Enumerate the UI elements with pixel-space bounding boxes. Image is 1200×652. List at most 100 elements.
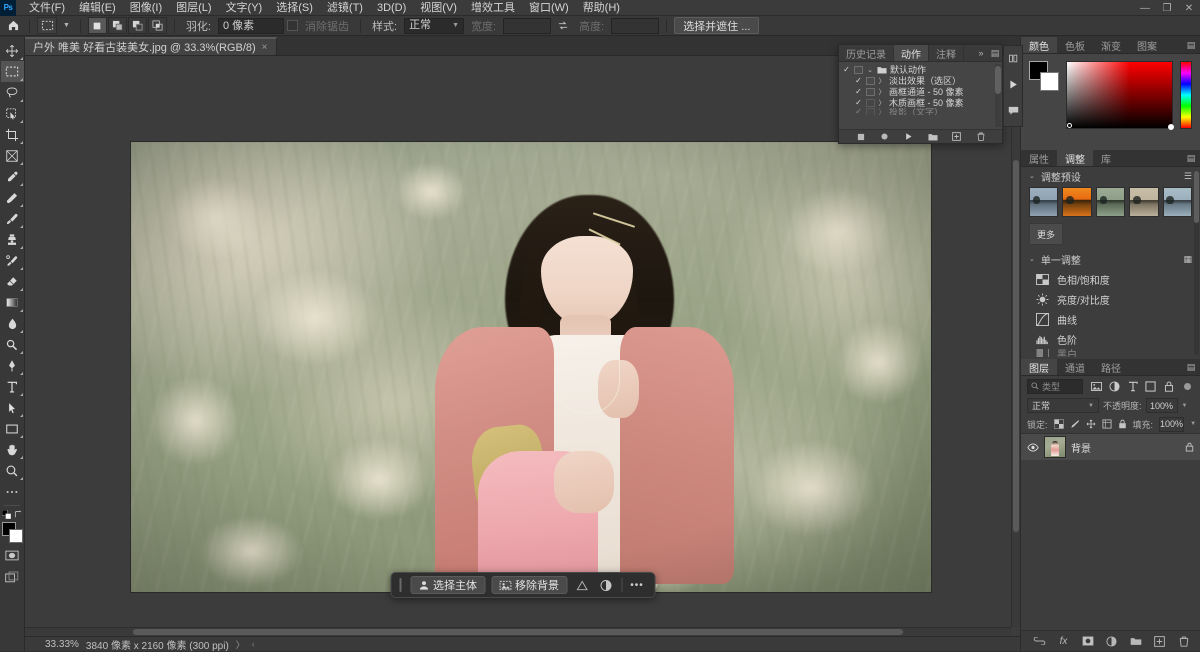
background-color-swatch[interactable] (1040, 72, 1059, 91)
crop-tool[interactable] (1, 124, 24, 145)
move-tool[interactable] (1, 40, 24, 61)
tab-history[interactable]: 历史记录 (839, 45, 894, 61)
chevron-down-icon[interactable]: ⌄ (1029, 255, 1035, 263)
layer-visibility-icon[interactable] (1027, 443, 1039, 452)
record-icon[interactable] (879, 131, 890, 142)
canvas-horizontal-scrollbar[interactable] (25, 627, 1011, 636)
comment-icon[interactable] (1006, 103, 1021, 118)
layer-style-icon[interactable]: fx (1057, 635, 1070, 648)
scroll-thumb[interactable] (1013, 160, 1019, 532)
action-row[interactable]: ✓ 〉 投影（文字） (839, 108, 1002, 115)
play-icon[interactable] (1006, 77, 1021, 92)
tab-paths[interactable]: 路径 (1093, 359, 1129, 375)
background-color-swatch[interactable] (9, 529, 23, 543)
adjustment-filter-icon[interactable] (1108, 380, 1121, 393)
select-and-mask-button[interactable]: 选择并遮住 ... (674, 17, 759, 34)
chevron-down-icon[interactable]: ▼ (1182, 403, 1188, 409)
tab-properties[interactable]: 属性 (1021, 150, 1057, 166)
menu-type[interactable]: 文字(Y) (219, 0, 270, 16)
chevron-right-icon[interactable]: 〉 (878, 98, 886, 108)
home-icon[interactable] (4, 18, 22, 34)
spot-healing-brush-tool[interactable] (1, 187, 24, 208)
chevron-down-icon[interactable]: ▼ (1190, 421, 1196, 427)
canvas-image[interactable] (130, 141, 932, 593)
frame-tool[interactable] (1, 145, 24, 166)
tab-color[interactable]: 颜色 (1021, 37, 1057, 53)
chevron-right-icon[interactable]: 〉 (878, 87, 886, 97)
panel-menu-icon[interactable]: ▤ (1182, 359, 1200, 375)
intersect-selection-button[interactable] (148, 17, 167, 34)
more-options-icon[interactable]: ••• (628, 576, 646, 594)
status-expand-icon[interactable]: 〉 (236, 638, 245, 651)
adjustment-black-white[interactable]: 黑白 (1021, 349, 1200, 357)
clone-stamp-tool[interactable] (1, 229, 24, 250)
preset-thumbnail[interactable] (1129, 187, 1158, 217)
tab-layers[interactable]: 图层 (1021, 359, 1057, 375)
menu-window[interactable]: 窗口(W) (522, 0, 576, 16)
adjustment-levels[interactable]: 色阶 (1021, 329, 1200, 349)
actions-scrollbar[interactable] (995, 64, 1001, 127)
object-selection-tool[interactable] (1, 103, 24, 124)
panel-menu-icon[interactable]: ▤ (1182, 37, 1200, 53)
type-tool[interactable] (1, 376, 24, 397)
color-field[interactable] (1066, 61, 1173, 129)
layer-row[interactable]: 背景 (1021, 434, 1200, 460)
color-marker-secondary[interactable] (1168, 124, 1174, 130)
zoom-level[interactable]: 33.33% (45, 639, 79, 650)
status-collapse-icon[interactable]: ‹ (252, 639, 255, 649)
menu-plugins[interactable]: 增效工具 (464, 0, 522, 16)
minimize-button[interactable]: — (1134, 0, 1156, 16)
antialias-checkbox[interactable] (287, 20, 298, 31)
menu-image[interactable]: 图像(I) (123, 0, 169, 16)
shape-filter-icon[interactable] (1144, 380, 1157, 393)
chevron-down-icon[interactable]: ⌄ (866, 66, 874, 74)
adjustment-presets-header[interactable]: ⌄ 调整预设 ☰ (1021, 167, 1200, 185)
fill-value[interactable]: 100% (1159, 417, 1184, 432)
chevron-right-icon[interactable]: 〉 (878, 108, 886, 115)
select-subject-button[interactable]: 选择主体 (410, 576, 485, 594)
lasso-tool[interactable] (1, 82, 24, 103)
menu-file[interactable]: 文件(F) (22, 0, 72, 16)
new-group-icon[interactable] (1129, 635, 1142, 648)
path-selection-tool[interactable] (1, 397, 24, 418)
blur-tool[interactable] (1, 313, 24, 334)
blend-mode-select[interactable]: 正常 ▼ (1027, 398, 1099, 413)
hue-slider[interactable] (1180, 61, 1192, 129)
pixel-filter-icon[interactable] (1090, 380, 1103, 393)
menu-layer[interactable]: 图层(L) (169, 0, 218, 16)
single-adjustments-header[interactable]: ⌄ 单一调整 ▦ (1021, 250, 1200, 268)
tab-gradients[interactable]: 渐变 (1093, 37, 1129, 53)
preset-thumbnail[interactable] (1096, 187, 1125, 217)
panel-menu-icon[interactable]: ▤ (988, 45, 1002, 61)
quick-mask-button[interactable] (1, 545, 24, 566)
tab-patterns[interactable]: 图案 (1129, 37, 1165, 53)
tool-preset-chevron-down-icon[interactable]: ▼ (60, 22, 73, 29)
lock-artboard-icon[interactable] (1102, 419, 1112, 430)
tab-actions[interactable]: 动作 (894, 45, 929, 61)
subtract-from-selection-button[interactable] (128, 17, 147, 34)
list-view-icon[interactable]: ☰ (1184, 171, 1192, 182)
adjustment-icon[interactable] (597, 576, 615, 594)
smart-object-filter-icon[interactable] (1162, 380, 1175, 393)
adjustment-brightness-contrast[interactable]: 亮度/对比度 (1021, 289, 1200, 309)
action-check-icon[interactable]: ✓ (854, 108, 863, 115)
close-icon[interactable]: × (262, 42, 268, 53)
lock-position-icon[interactable] (1086, 419, 1096, 430)
action-check-icon[interactable]: ✓ (854, 76, 863, 85)
grid-view-icon[interactable]: ▦ (1183, 254, 1192, 265)
layers-list[interactable]: 背景 (1021, 433, 1200, 630)
chevron-down-icon[interactable]: ⌄ (1029, 172, 1035, 180)
lock-transparency-icon[interactable] (1054, 419, 1064, 430)
more-presets-button[interactable]: 更多 (1029, 223, 1063, 245)
rectangle-tool[interactable] (1, 418, 24, 439)
new-layer-icon[interactable] (1153, 635, 1166, 648)
color-swatches[interactable] (1, 521, 24, 545)
action-dialog-toggle[interactable] (866, 108, 875, 115)
eyedropper-tool[interactable] (1, 166, 24, 187)
style-select[interactable]: 正常 ▼ (404, 18, 464, 34)
new-action-icon[interactable] (951, 131, 962, 142)
add-mask-icon[interactable] (1081, 635, 1094, 648)
action-dialog-toggle[interactable] (866, 77, 875, 85)
new-selection-button[interactable] (88, 17, 107, 34)
action-dialog-toggle[interactable] (866, 88, 875, 96)
